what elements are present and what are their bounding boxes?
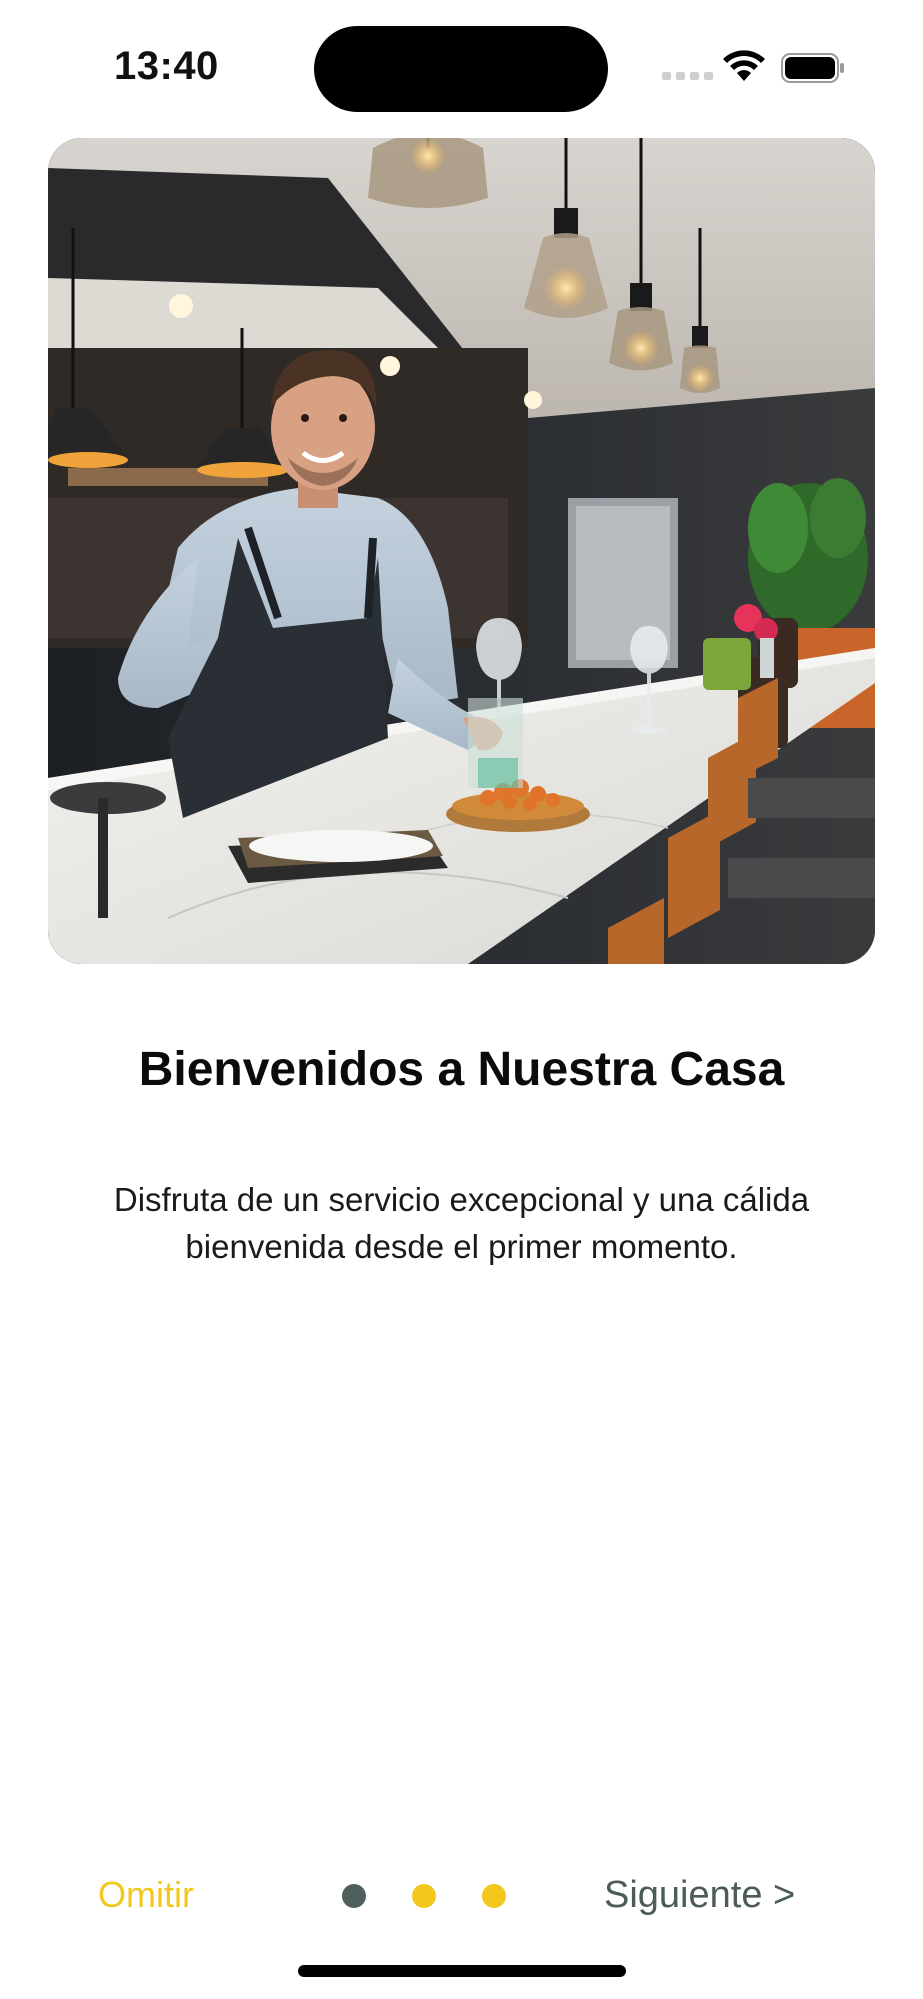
skip-button[interactable]: Omitir [98,1874,194,1916]
status-time: 13:40 [114,44,219,88]
onboarding-description: Disfruta de un servicio excepcional y un… [113,1181,810,1265]
cellular-signal-icon [662,72,713,80]
page-dot-3[interactable] [482,1884,506,1908]
home-indicator[interactable] [298,1965,626,1977]
page-dot-2[interactable] [412,1884,436,1908]
battery-icon [781,53,844,83]
onboarding-screen: 13:40 Bienvenidos a Nuestra Casa Disfrut… [0,0,923,1999]
wifi-icon [723,50,765,81]
onboarding-title: Bienvenidos a Nuestra Casa [138,1043,785,1096]
dynamic-island [314,26,608,112]
page-dot-1-active[interactable] [342,1884,366,1908]
next-button[interactable]: Siguiente > [604,1874,795,1917]
hero-image [48,138,875,964]
page-indicator [342,1884,506,1908]
